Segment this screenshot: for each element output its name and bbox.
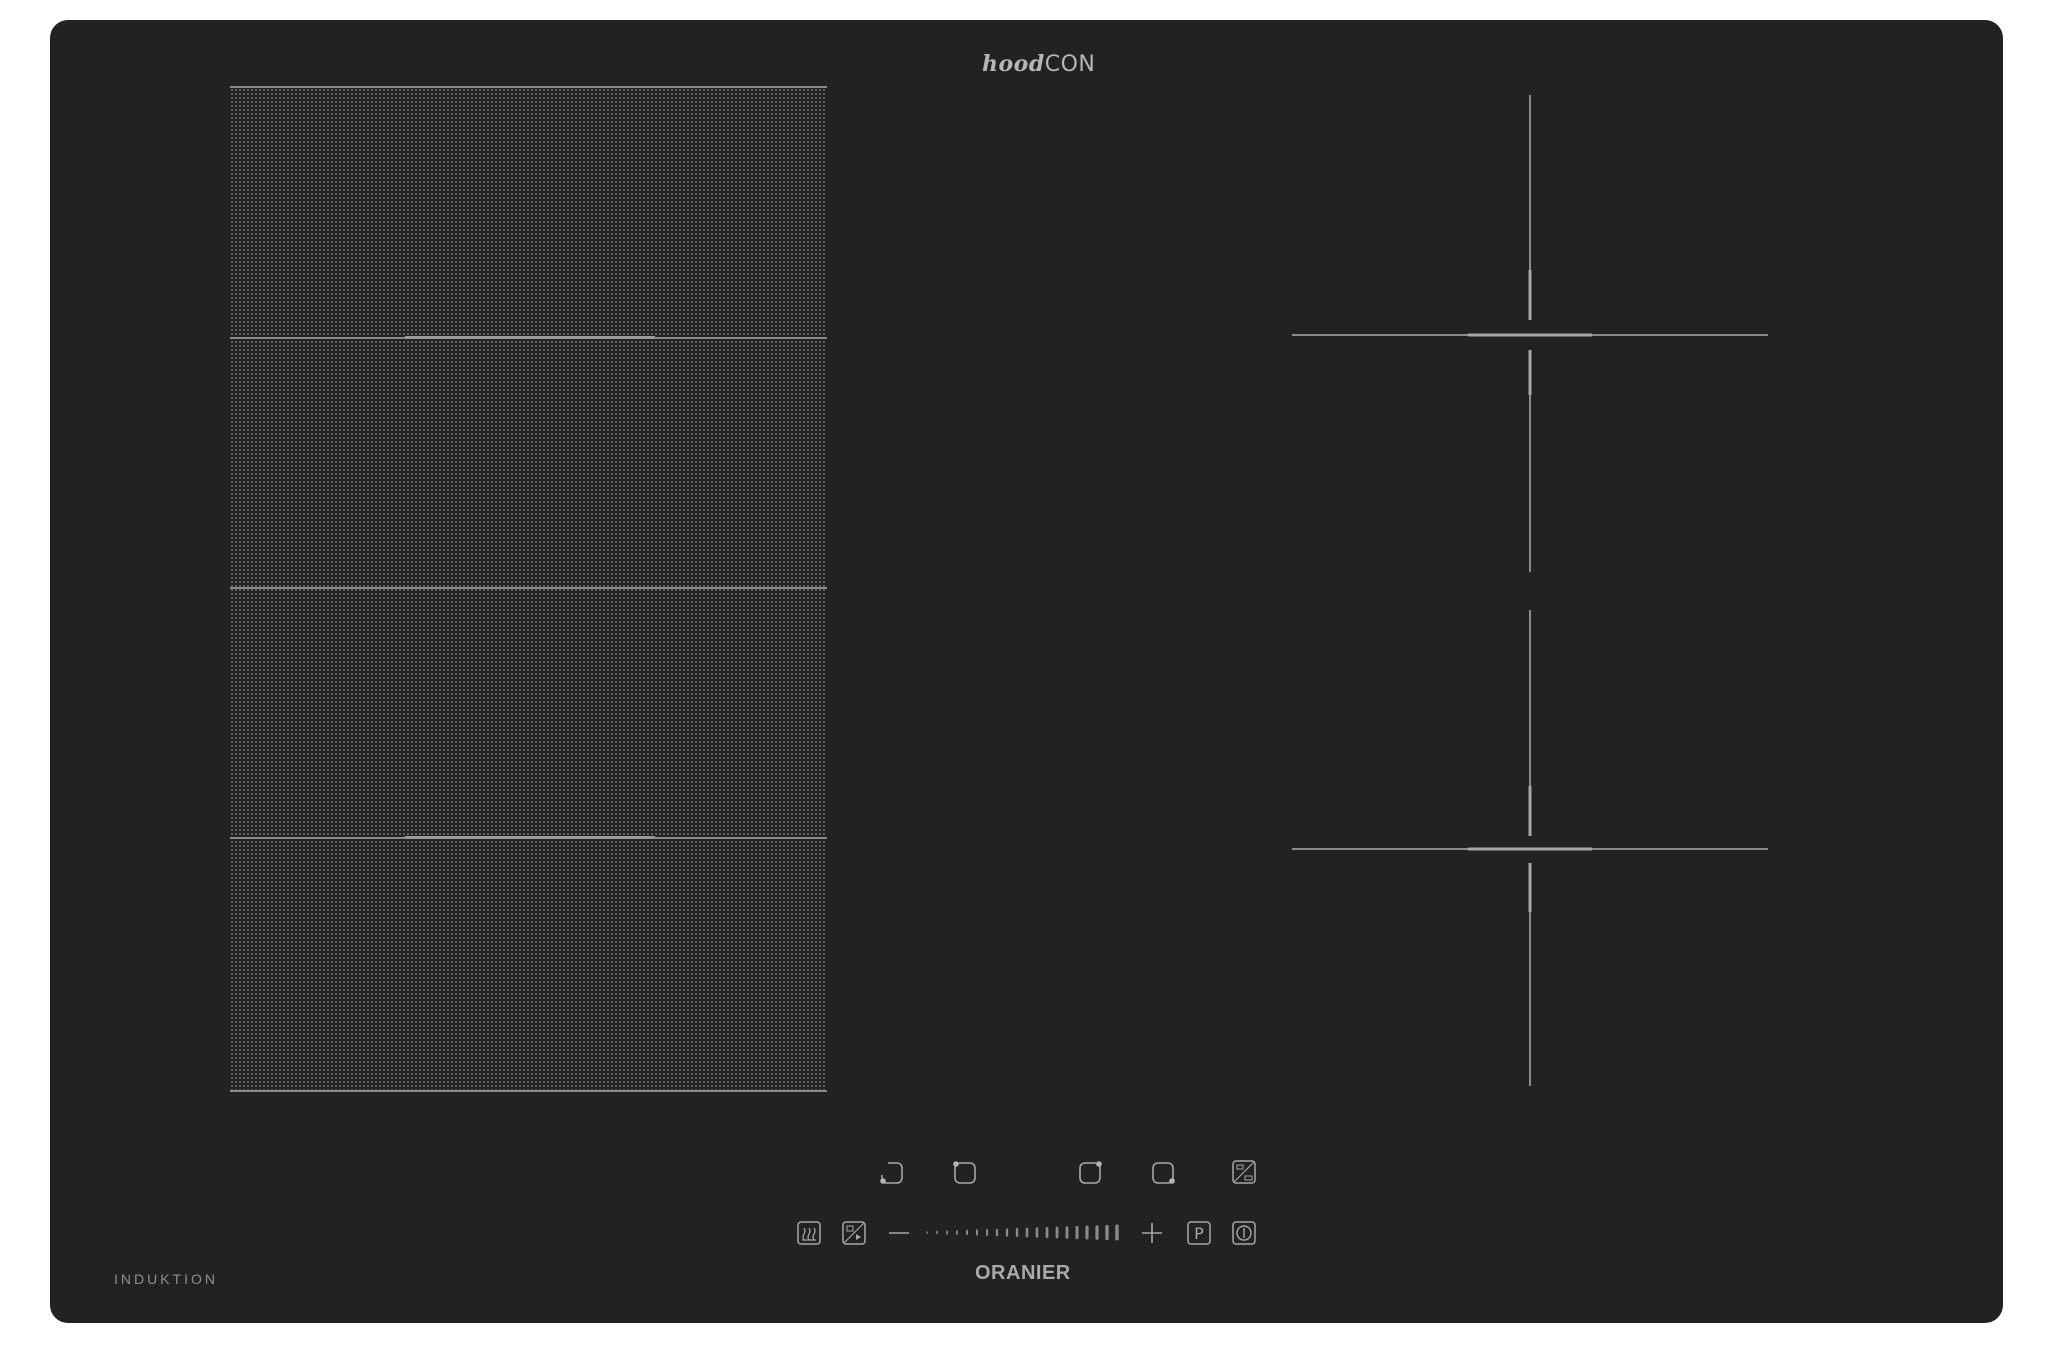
right-cooking-zones: [1292, 95, 1768, 1086]
zone-front-right-icon[interactable]: [1076, 1159, 1104, 1187]
pause-label: P: [1194, 1224, 1204, 1243]
keep-warm-icon[interactable]: [795, 1219, 823, 1247]
hoodcon-icon[interactable]: [1230, 1158, 1258, 1186]
induktion-label: INDUKTION: [114, 1271, 218, 1287]
power-icon[interactable]: [1230, 1219, 1258, 1247]
zone-front-left-icon[interactable]: [951, 1159, 979, 1187]
boost-icon[interactable]: [840, 1219, 868, 1247]
power-level-slider[interactable]: [925, 1220, 1125, 1244]
oranier-logo: ORANIER: [975, 1262, 1071, 1284]
zone-rear-right-icon[interactable]: [1149, 1159, 1177, 1187]
minus-icon[interactable]: [885, 1219, 913, 1247]
zone-rear-left-icon[interactable]: [878, 1159, 906, 1187]
pause-icon[interactable]: P: [1185, 1219, 1213, 1247]
plus-icon[interactable]: [1138, 1219, 1166, 1247]
